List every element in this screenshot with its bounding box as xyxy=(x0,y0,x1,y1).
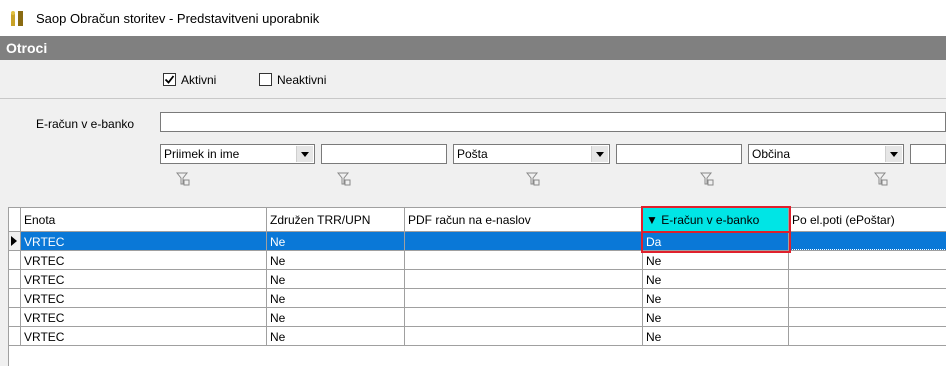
chevron-down-icon[interactable] xyxy=(591,146,608,162)
cell-zdruzen[interactable]: Ne xyxy=(267,308,405,326)
cell-zdruzen[interactable]: Ne xyxy=(267,251,405,269)
filter-icon[interactable] xyxy=(526,172,540,186)
cell-enota[interactable]: VRTEC xyxy=(21,327,267,345)
priimek-text-input[interactable] xyxy=(321,144,447,164)
column-header-zdruzen[interactable]: Združen TRR/UPN xyxy=(267,208,405,231)
filter-icon[interactable] xyxy=(874,172,888,186)
combo-posta-value: Pošta xyxy=(457,147,488,161)
cell-pdf[interactable] xyxy=(405,270,643,288)
table-row[interactable]: VRTEC Ne Ne xyxy=(9,308,946,327)
cell-pdf[interactable] xyxy=(405,327,643,345)
table-row[interactable]: VRTEC Ne Ne xyxy=(9,327,946,346)
row-indicator xyxy=(9,270,21,288)
row-indicator xyxy=(9,289,21,307)
cell-enota[interactable]: VRTEC xyxy=(21,289,267,307)
data-grid[interactable]: Enota Združen TRR/UPN PDF račun na e-nas… xyxy=(8,206,946,366)
cell-zdruzen[interactable]: Ne xyxy=(267,270,405,288)
cell-pdf[interactable] xyxy=(405,308,643,326)
column-header-enota[interactable]: Enota xyxy=(21,208,267,231)
cell-epostar[interactable] xyxy=(789,232,946,250)
cell-zdruzen[interactable]: Ne xyxy=(267,327,405,345)
neaktivni-label: Neaktivni xyxy=(277,73,327,87)
cell-enota[interactable]: VRTEC xyxy=(21,251,267,269)
checkmark-icon xyxy=(164,75,175,84)
cell-epostar[interactable] xyxy=(789,289,946,307)
window-title: Saop Obračun storitev - Predstavitveni u… xyxy=(36,11,320,26)
cell-eracun[interactable]: Ne xyxy=(643,270,789,288)
cell-epostar[interactable] xyxy=(789,251,946,269)
section-title: Otroci xyxy=(6,40,48,56)
chevron-down-icon[interactable] xyxy=(885,146,902,162)
eracun-input[interactable] xyxy=(160,112,946,132)
combo-priimek[interactable]: Priimek in ime xyxy=(160,144,315,164)
filter-icon[interactable] xyxy=(176,172,190,186)
row-indicator xyxy=(9,327,21,345)
combo-obcina-value: Občina xyxy=(752,147,791,161)
chevron-down-icon[interactable] xyxy=(296,146,313,162)
filter-panel: Aktivni Neaktivni E-račun v e-banko Prii… xyxy=(0,60,946,203)
column-header-eracun[interactable]: ▼ E-račun v e-banko xyxy=(643,208,789,231)
combo-posta[interactable]: Pošta xyxy=(453,144,610,164)
table-row[interactable]: VRTEC Ne Da xyxy=(9,232,946,251)
separator xyxy=(0,98,946,99)
section-bar: Otroci xyxy=(0,36,946,60)
cell-eracun[interactable]: Ne xyxy=(643,308,789,326)
cell-epostar[interactable] xyxy=(789,327,946,345)
column-header-epostar[interactable]: Po el.poti (ePoštar) xyxy=(789,208,946,231)
cell-enota[interactable]: VRTEC xyxy=(21,232,267,250)
cell-eracun[interactable]: Ne xyxy=(643,289,789,307)
eracun-label: E-račun v e-banko xyxy=(36,117,135,131)
cell-enota[interactable]: VRTEC xyxy=(21,308,267,326)
filter-icon[interactable] xyxy=(337,172,351,186)
column-header-pdf[interactable]: PDF račun na e-naslov xyxy=(405,208,643,231)
table-row[interactable]: VRTEC Ne Ne xyxy=(9,270,946,289)
cell-pdf[interactable] xyxy=(405,251,643,269)
cell-zdruzen[interactable]: Ne xyxy=(267,232,405,250)
posta-text-input[interactable] xyxy=(616,144,742,164)
row-indicator xyxy=(9,251,21,269)
combo-obcina[interactable]: Občina xyxy=(748,144,904,164)
aktivni-label: Aktivni xyxy=(181,73,217,87)
cell-pdf[interactable] xyxy=(405,289,643,307)
combo-priimek-value: Priimek in ime xyxy=(164,147,240,161)
cell-eracun[interactable]: Da xyxy=(643,232,789,250)
obcina-text-input[interactable] xyxy=(910,144,946,164)
cell-pdf[interactable] xyxy=(405,232,643,250)
cell-zdruzen[interactable]: Ne xyxy=(267,289,405,307)
cell-epostar[interactable] xyxy=(789,270,946,288)
row-pointer-icon xyxy=(11,236,17,246)
filter-icon[interactable] xyxy=(700,172,714,186)
row-indicator xyxy=(9,232,21,250)
aktivni-checkbox[interactable] xyxy=(163,73,176,86)
title-bar: Saop Obračun storitev - Predstavitveni u… xyxy=(0,0,946,36)
cell-enota[interactable]: VRTEC xyxy=(21,270,267,288)
neaktivni-checkbox[interactable] xyxy=(259,73,272,86)
indicator-header xyxy=(9,208,21,231)
cell-epostar[interactable] xyxy=(789,308,946,326)
table-row[interactable]: VRTEC Ne Ne xyxy=(9,289,946,308)
app-icon xyxy=(11,11,23,26)
grid-header: Enota Združen TRR/UPN PDF račun na e-nas… xyxy=(9,208,946,232)
cell-eracun[interactable]: Ne xyxy=(643,327,789,345)
cell-eracun[interactable]: Ne xyxy=(643,251,789,269)
table-row[interactable]: VRTEC Ne Ne xyxy=(9,251,946,270)
row-indicator xyxy=(9,308,21,326)
